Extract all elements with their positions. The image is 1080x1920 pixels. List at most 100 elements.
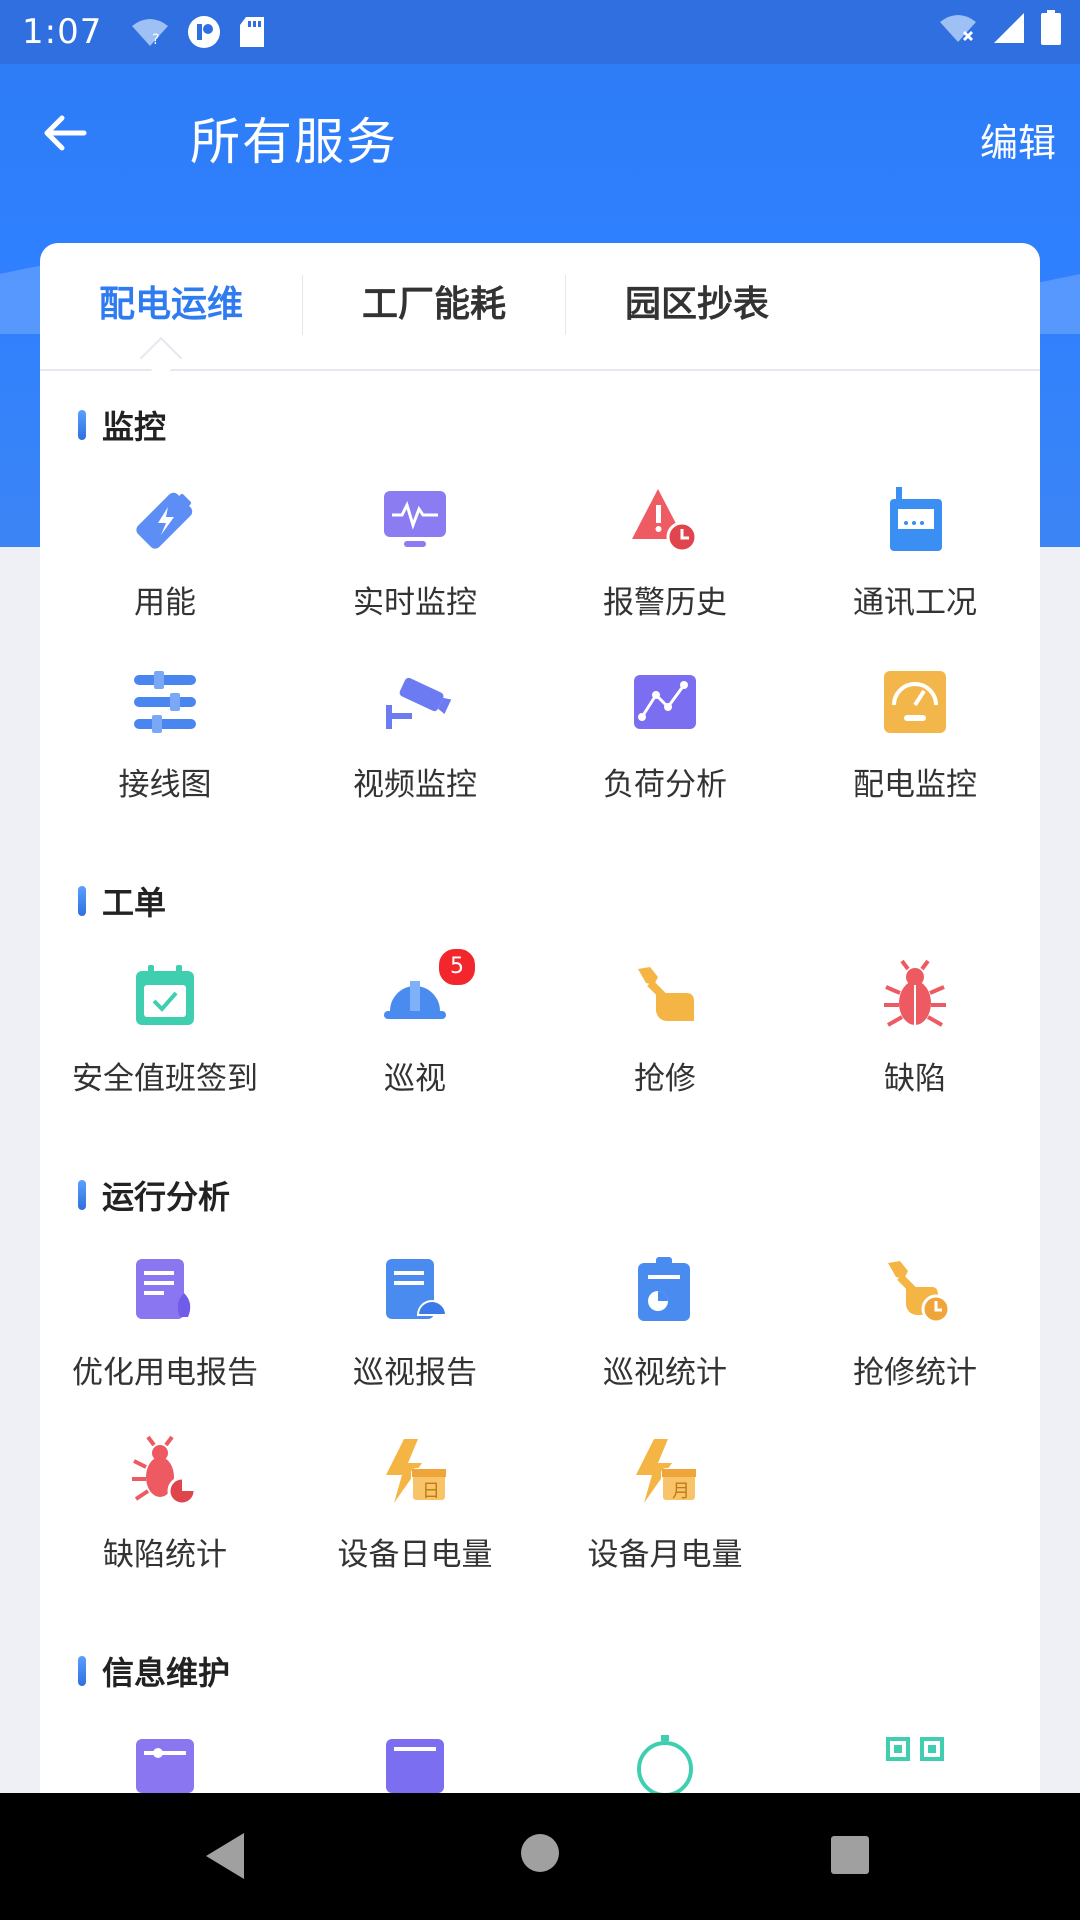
bolt-day-icon: 日 bbox=[386, 1439, 447, 1503]
service-patrol[interactable]: 5 巡视 bbox=[290, 943, 540, 1125]
service-info-timer[interactable] bbox=[540, 1713, 790, 1793]
service-label: 视频监控 bbox=[353, 767, 477, 803]
service-label: 优化用电报告 bbox=[72, 1355, 258, 1391]
battery-bolt-icon bbox=[136, 492, 193, 549]
svg-text:月: 月 bbox=[672, 1481, 690, 1502]
nav-home-icon[interactable] bbox=[520, 1833, 560, 1873]
status-time: 1:07 bbox=[22, 12, 103, 52]
section-title-monitor: 监控 bbox=[78, 395, 1040, 455]
service-energy[interactable]: 用能 bbox=[40, 467, 290, 649]
section-title-info: 信息维护 bbox=[78, 1641, 1040, 1701]
svg-text:日: 日 bbox=[422, 1481, 440, 1502]
tab-park-meter[interactable]: 园区抄表 bbox=[566, 243, 828, 369]
section-title-analysis: 运行分析 bbox=[78, 1165, 1040, 1225]
wifi-off-icon bbox=[940, 15, 976, 42]
screen-icon bbox=[386, 1739, 444, 1793]
section-label: 运行分析 bbox=[102, 1178, 231, 1216]
nav-back-icon[interactable] bbox=[200, 1829, 250, 1883]
monitor-grid: 用能 实时监控 报警历史 通讯工况 接线图 视频监控 负荷分析 配电监控 bbox=[40, 467, 1040, 831]
qr-code-icon bbox=[886, 1737, 944, 1761]
edit-button[interactable]: 编辑 bbox=[980, 112, 1056, 167]
service-label: 报警历史 bbox=[603, 585, 727, 621]
arrow-left-icon bbox=[44, 115, 87, 151]
service-alarm-history[interactable]: 报警历史 bbox=[540, 467, 790, 649]
section-label: 监控 bbox=[102, 408, 167, 446]
page-title: 所有服务 bbox=[190, 113, 398, 171]
service-patrol-report[interactable]: 巡视报告 bbox=[290, 1237, 540, 1419]
service-label: 设备日电量 bbox=[337, 1537, 493, 1573]
report-rocket-icon bbox=[136, 1259, 191, 1319]
section-label: 信息维护 bbox=[102, 1654, 231, 1692]
clipboard-pie-icon bbox=[638, 1257, 690, 1321]
service-label: 巡视 bbox=[384, 1061, 446, 1097]
sd-card-icon bbox=[240, 17, 265, 47]
service-info-screen[interactable] bbox=[290, 1713, 540, 1793]
service-optimization-report[interactable]: 优化用电报告 bbox=[40, 1237, 290, 1419]
service-distribution-monitor[interactable]: 配电监控 bbox=[790, 649, 1040, 831]
service-label: 实时监控 bbox=[353, 585, 477, 621]
patrol-badge: 5 bbox=[437, 947, 477, 987]
service-defect-stats[interactable]: 缺陷统计 bbox=[40, 1419, 290, 1601]
service-repair[interactable]: 抢修 bbox=[540, 943, 790, 1125]
info-grid bbox=[40, 1713, 1040, 1793]
load-chart-icon bbox=[634, 675, 696, 729]
nav-recents-icon[interactable] bbox=[830, 1835, 870, 1875]
bug-icon bbox=[884, 959, 946, 1027]
service-wiring-diagram[interactable]: 接线图 bbox=[40, 649, 290, 831]
service-realtime-monitor[interactable]: 实时监控 bbox=[290, 467, 540, 649]
battery-icon bbox=[1041, 10, 1061, 45]
camera-icon bbox=[386, 677, 452, 729]
bug-pie-icon bbox=[132, 1435, 197, 1506]
service-label: 抢修 bbox=[634, 1061, 696, 1097]
section-label: 工单 bbox=[102, 884, 167, 922]
back-button[interactable] bbox=[40, 108, 100, 158]
section-title-workorder: 工单 bbox=[78, 871, 1040, 931]
service-video-monitor[interactable]: 视频监控 bbox=[290, 649, 540, 831]
service-label: 缺陷统计 bbox=[103, 1537, 227, 1573]
wrench-clock-icon bbox=[888, 1261, 951, 1324]
services-card: 配电运维 工厂能耗 园区抄表 监控 用能 实时监控 报警历史 通讯工况 接线图 bbox=[40, 243, 1040, 1793]
wrench-hand-icon bbox=[638, 967, 694, 1021]
tab-bar: 配电运维 工厂能耗 园区抄表 bbox=[40, 243, 1040, 380]
timer-icon bbox=[637, 1735, 693, 1793]
service-device-monthly-energy[interactable]: 月 设备月电量 bbox=[540, 1419, 790, 1601]
service-label: 缺陷 bbox=[884, 1061, 946, 1097]
report-helmet-icon bbox=[386, 1259, 448, 1319]
service-label: 巡视报告 bbox=[353, 1355, 477, 1391]
service-label: 设备月电量 bbox=[587, 1537, 743, 1573]
wiring-diagram-icon bbox=[134, 671, 196, 733]
service-communication[interactable]: 通讯工况 bbox=[790, 467, 1040, 649]
service-label: 安全值班签到 bbox=[72, 1061, 258, 1097]
service-patrol-stats[interactable]: 巡视统计 bbox=[540, 1237, 790, 1419]
service-label: 抢修统计 bbox=[853, 1355, 977, 1391]
communication-device-icon bbox=[890, 487, 942, 551]
service-label: 接线图 bbox=[118, 767, 212, 803]
bolt-month-icon: 月 bbox=[636, 1439, 697, 1503]
service-label: 用能 bbox=[134, 585, 196, 621]
service-repair-stats[interactable]: 抢修统计 bbox=[790, 1237, 1040, 1419]
status-bar: 1:07 ? bbox=[0, 0, 1080, 64]
service-load-analysis[interactable]: 负荷分析 bbox=[540, 649, 790, 831]
gauge-panel-icon bbox=[884, 671, 946, 733]
app-notification-icon bbox=[188, 16, 221, 48]
analysis-grid: 优化用电报告 巡视报告 巡视统计 抢修统计 缺陷统计 日 设备日电量 月 设备月… bbox=[40, 1237, 1040, 1601]
service-info-qr[interactable] bbox=[790, 1713, 1040, 1793]
workorder-grid: 安全值班签到 5 巡视 抢修 缺陷 bbox=[40, 943, 1040, 1125]
service-label: 通讯工况 bbox=[853, 585, 977, 621]
svg-text:?: ? bbox=[152, 32, 159, 48]
settings-card-icon bbox=[136, 1739, 194, 1793]
service-label: 配电监控 bbox=[853, 767, 977, 803]
monitor-pulse-icon bbox=[384, 491, 446, 547]
service-info-settings[interactable] bbox=[40, 1713, 290, 1793]
service-device-daily-energy[interactable]: 日 设备日电量 bbox=[290, 1419, 540, 1601]
service-defect[interactable]: 缺陷 bbox=[790, 943, 1040, 1125]
system-nav-bar bbox=[0, 1793, 1080, 1920]
tab-factory-energy[interactable]: 工厂能耗 bbox=[303, 243, 565, 369]
wifi-question-icon: ? bbox=[132, 19, 169, 48]
service-label: 巡视统计 bbox=[603, 1355, 727, 1391]
alarm-clock-icon bbox=[632, 489, 698, 553]
service-label: 负荷分析 bbox=[603, 767, 727, 803]
service-duty-signin[interactable]: 安全值班签到 bbox=[40, 943, 290, 1125]
signal-icon bbox=[994, 13, 1024, 43]
calendar-check-icon bbox=[136, 965, 194, 1025]
